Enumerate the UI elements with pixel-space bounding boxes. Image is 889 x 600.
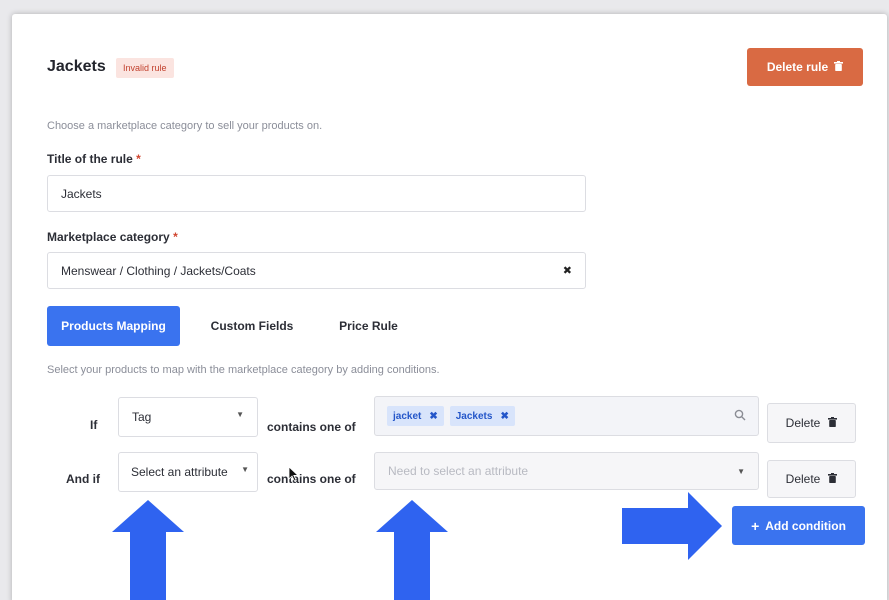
annotation-arrow-icon: [112, 500, 184, 600]
title-field-label-text: Title of the rule: [47, 152, 133, 166]
plus-icon: +: [751, 517, 760, 534]
category-select[interactable]: Menswear / Clothing / Jackets/Coats ✖: [47, 252, 586, 289]
chevron-down-icon: ▼: [241, 465, 249, 474]
annotation-arrow-icon: [622, 492, 722, 560]
delete-condition-label: Delete: [785, 416, 821, 430]
tag-values-input[interactable]: jacket ✖ Jackets ✖: [374, 396, 759, 436]
mapping-help-text: Select your products to map with the mar…: [47, 364, 440, 376]
tab-custom-fields[interactable]: Custom Fields: [196, 306, 308, 346]
trash-icon: [828, 472, 838, 486]
title-input[interactable]: Jackets: [47, 175, 586, 212]
chevron-down-icon: ▼: [236, 410, 244, 419]
status-badge: Invalid rule: [116, 58, 174, 78]
attribute-select-value: Tag: [132, 410, 152, 424]
intro-help-text: Choose a marketplace category to sell yo…: [47, 120, 323, 132]
chip-list: jacket ✖ Jackets ✖: [387, 406, 521, 426]
tag-chip-label: jacket: [393, 410, 422, 422]
trash-icon: [834, 60, 844, 74]
condition-operator: contains one of: [267, 420, 356, 434]
rule-title: Jackets: [47, 58, 106, 75]
condition-operator: contains one of: [267, 472, 356, 486]
delete-rule-button[interactable]: Delete rule: [747, 48, 863, 86]
category-field-label: Marketplace category *: [47, 230, 178, 244]
tab-products-mapping[interactable]: Products Mapping: [47, 306, 180, 346]
values-select-disabled: Need to select an attribute ▼: [374, 452, 759, 490]
delete-condition-button[interactable]: Delete: [767, 403, 856, 443]
delete-condition-button[interactable]: Delete: [767, 460, 856, 498]
required-mark: *: [136, 152, 141, 166]
delete-rule-label: Delete rule: [766, 60, 829, 74]
trash-icon: [828, 416, 838, 430]
values-placeholder: Need to select an attribute: [388, 464, 529, 478]
add-condition-label: Add condition: [765, 518, 846, 533]
annotation-arrow-icon: [376, 500, 448, 600]
search-icon: [734, 409, 746, 424]
condition-prefix-if: If: [90, 418, 98, 432]
close-icon[interactable]: ✖: [500, 411, 508, 422]
delete-condition-label: Delete: [785, 472, 821, 486]
condition-prefix-and-if: And if: [66, 472, 100, 486]
title-input-value: Jackets: [61, 186, 102, 201]
category-select-value: Menswear / Clothing / Jackets/Coats: [61, 263, 256, 278]
close-icon[interactable]: ✖: [429, 411, 437, 422]
tab-price-rule[interactable]: Price Rule: [322, 306, 415, 346]
attribute-select[interactable]: Select an attribute ▼: [118, 452, 258, 492]
add-condition-button[interactable]: + Add condition: [732, 506, 865, 545]
tag-chip: jacket ✖: [387, 406, 444, 426]
category-field-label-text: Marketplace category: [47, 230, 170, 244]
chevron-down-icon: ▼: [737, 466, 745, 476]
attribute-select-value: Select an attribute: [131, 465, 228, 479]
mouse-cursor-icon: [288, 466, 300, 482]
attribute-select[interactable]: Tag ▼: [118, 397, 258, 437]
title-field-label: Title of the rule *: [47, 152, 141, 166]
required-mark: *: [173, 230, 178, 244]
tag-chip-label: Jackets: [455, 410, 493, 422]
tag-chip: Jackets ✖: [449, 406, 515, 426]
clear-icon[interactable]: ✖: [563, 264, 572, 277]
